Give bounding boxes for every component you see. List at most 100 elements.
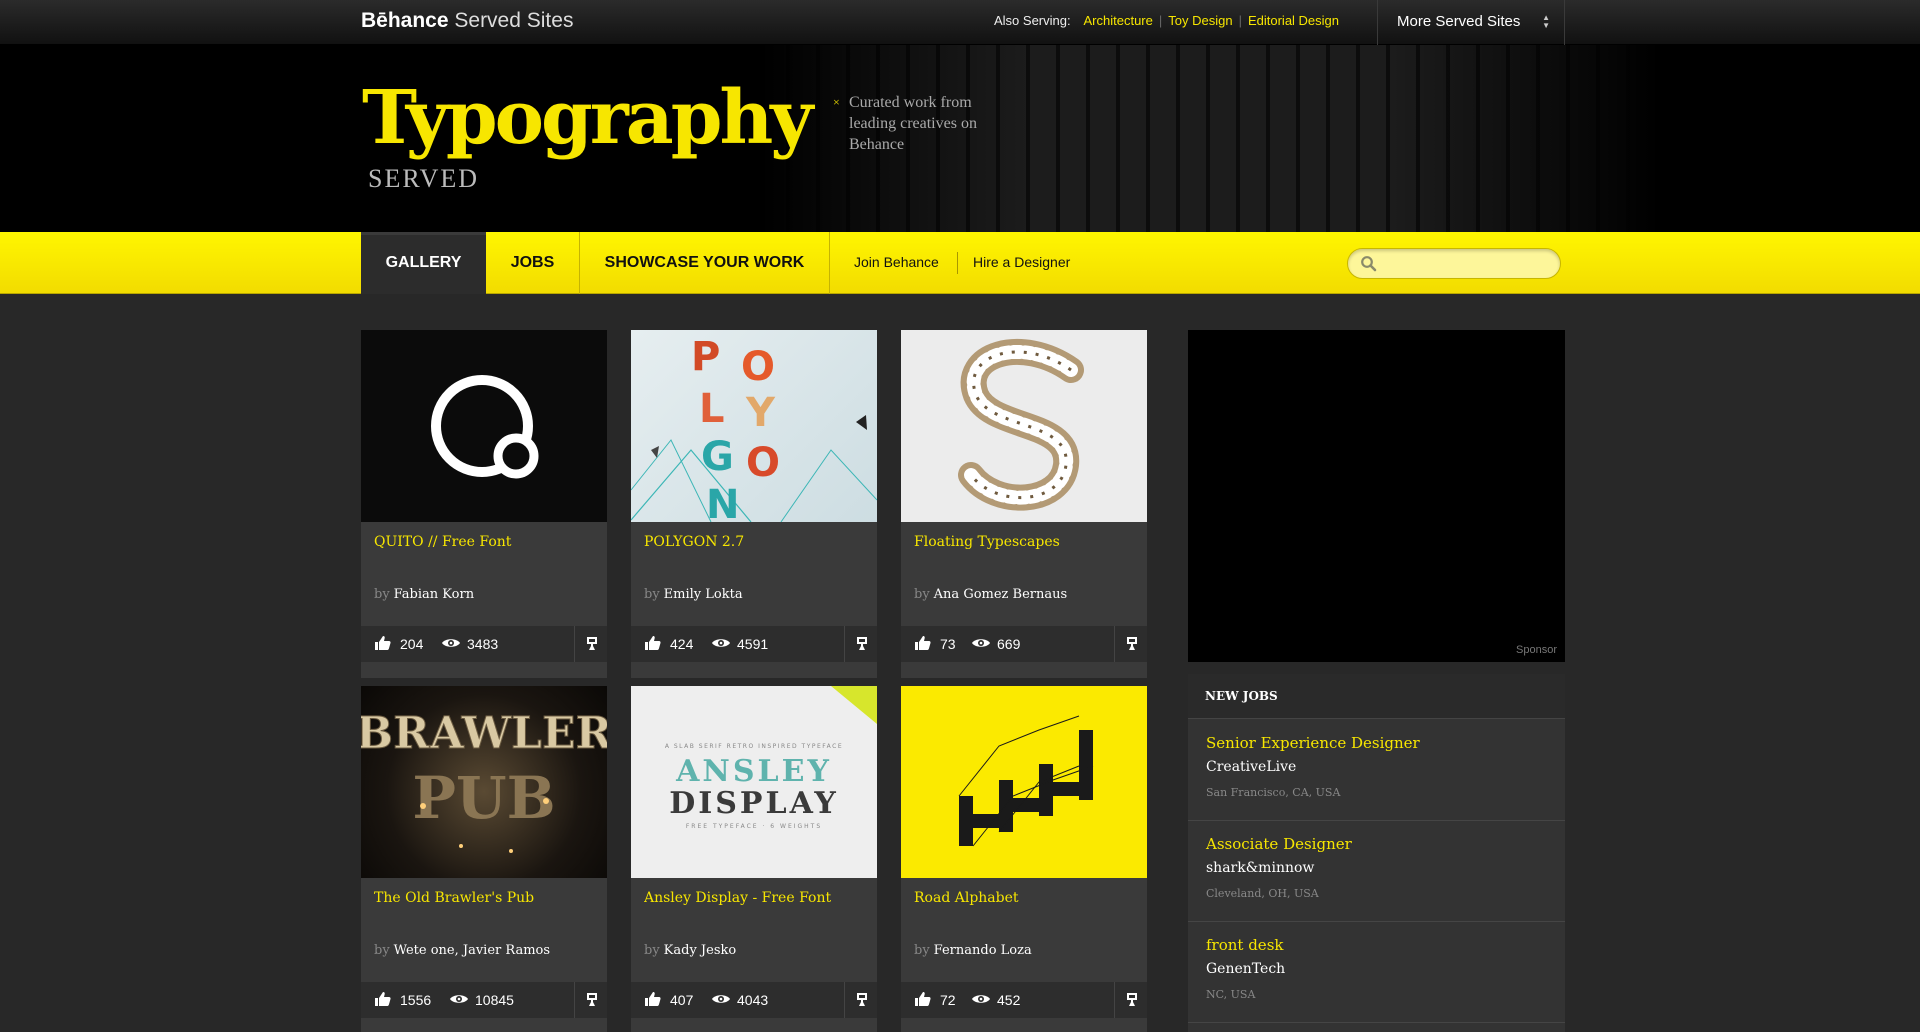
ansley-footer: FREE TYPEFACE · 6 WEIGHTS: [686, 823, 822, 830]
project-stats: 407 4043: [631, 982, 877, 1018]
featured-icon: [857, 637, 867, 650]
road-alphabet-artwork: [958, 715, 1094, 847]
brawler-artwork: BRAWLER PUB: [361, 708, 607, 853]
tab-jobs[interactable]: JOBS: [486, 232, 579, 294]
job-location: Cleveland, OH, USA: [1206, 887, 1319, 900]
brawler-headline: BRAWLER: [361, 708, 607, 759]
project-card[interactable]: BRAWLER PUB The Old Brawler's Pub by Wete…: [361, 686, 607, 1032]
project-card[interactable]: P O L Y G O N POLYGON 2.7 by Emily Lokta …: [631, 330, 877, 678]
ansley-subtitle: A SLAB SERIF RETRO INSPIRED TYPEFACE: [665, 743, 843, 750]
sort-arrows-icon: ▲ ▼: [1542, 13, 1550, 30]
project-title[interactable]: Floating Typescapes: [914, 534, 1139, 550]
polygon-letter-o: O: [741, 344, 775, 390]
project-thumbnail[interactable]: [901, 330, 1147, 522]
author-name[interactable]: Emily Lokta: [664, 587, 743, 602]
search-input[interactable]: [1347, 248, 1561, 279]
project-thumbnail[interactable]: BRAWLER PUB: [361, 686, 607, 878]
job-location: San Francisco, CA, USA: [1206, 786, 1341, 799]
thumbs-up-icon: [375, 636, 391, 650]
eye-icon: [712, 995, 730, 1003]
author-name[interactable]: Wete one, Javier Ramos: [394, 943, 550, 958]
project-card[interactable]: A SLAB SERIF RETRO INSPIRED TYPEFACE ANS…: [631, 686, 877, 1032]
thumbs-up-icon: [375, 992, 391, 1006]
stats-divider: [844, 626, 845, 662]
search-icon: [1361, 256, 1377, 272]
project-title[interactable]: QUITO // Free Font: [374, 534, 599, 550]
author-name[interactable]: Kady Jesko: [664, 943, 737, 958]
job-title[interactable]: front desk: [1206, 936, 1283, 954]
project-author: by Ana Gomez Bernaus: [914, 587, 1068, 602]
project-card[interactable]: Road Alphabet by Fernando Loza 72 452: [901, 686, 1147, 1032]
author-name[interactable]: Ana Gomez Bernaus: [934, 587, 1068, 602]
polygon-letter-y: Y: [745, 390, 776, 436]
project-stats: 73 669: [901, 626, 1147, 662]
project-stats: 424 4591: [631, 626, 877, 662]
appreciation-count: 424: [670, 636, 694, 652]
stats-divider: [1114, 626, 1115, 662]
behance-served-sites-logo[interactable]: Bēhance Served Sites: [361, 9, 573, 33]
link-divider: |: [1158, 13, 1163, 28]
thumbs-up-icon: [915, 636, 931, 650]
project-author: by Emily Lokta: [644, 587, 743, 602]
link-architecture[interactable]: Architecture: [1084, 13, 1153, 28]
floating-typescapes-artwork: [958, 339, 1084, 511]
view-count: 10845: [475, 992, 514, 1008]
job-company: shark&minnow: [1206, 860, 1315, 876]
author-name[interactable]: Fabian Korn: [394, 587, 474, 602]
project-thumbnail[interactable]: A SLAB SERIF RETRO INSPIRED TYPEFACE ANS…: [631, 686, 877, 878]
tab-gallery[interactable]: GALLERY: [361, 232, 486, 294]
tab-showcase-your-work[interactable]: SHOWCASE YOUR WORK: [580, 232, 829, 294]
polygon-letter-g: G: [701, 434, 734, 480]
project-author: by Kady Jesko: [644, 943, 737, 958]
close-icon[interactable]: ×: [833, 92, 840, 113]
view-count: 3483: [467, 636, 499, 652]
job-listing[interactable]: Senior Experience Designer CreativeLive …: [1188, 720, 1565, 821]
site-title[interactable]: Typography: [362, 75, 813, 161]
project-stats: 72 452: [901, 982, 1147, 1018]
project-stats: 204 3483: [361, 626, 607, 662]
sponsor-ad[interactable]: Sponsor: [1188, 330, 1565, 662]
nav-link-divider: [957, 252, 958, 274]
project-title[interactable]: POLYGON 2.7: [644, 534, 869, 550]
project-author: by Fabian Korn: [374, 587, 475, 602]
project-card[interactable]: QUITO // Free Font by Fabian Korn 204 348…: [361, 330, 607, 678]
featured-icon: [587, 993, 597, 1006]
view-count: 452: [997, 992, 1021, 1008]
polygon-letter-p: P: [691, 334, 720, 380]
join-behance-link[interactable]: Join Behance: [854, 254, 939, 270]
thumbs-up-icon: [645, 636, 661, 650]
project-title[interactable]: The Old Brawler's Pub: [374, 890, 599, 906]
job-listing[interactable]: Associate Designer shark&minnow Clevelan…: [1188, 821, 1565, 922]
job-company: CreativeLive: [1206, 759, 1297, 775]
view-count: 4043: [737, 992, 769, 1008]
link-toy-design[interactable]: Toy Design: [1168, 13, 1232, 28]
project-author: by Fernando Loza: [914, 943, 1032, 958]
brawler-pub-text: PUB: [412, 764, 555, 832]
project-card[interactable]: Floating Typescapes by Ana Gomez Bernaus …: [901, 330, 1147, 678]
hire-a-designer-link[interactable]: Hire a Designer: [973, 254, 1070, 270]
eye-icon: [450, 995, 468, 1003]
appreciation-count: 407: [670, 992, 694, 1008]
job-title[interactable]: Senior Experience Designer: [1206, 734, 1420, 752]
eye-icon: [442, 639, 460, 647]
appreciation-count: 1556: [400, 992, 432, 1008]
sponsor-label: Sponsor: [1516, 644, 1557, 656]
tagline-text: Curated work from leading creatives on B…: [849, 94, 977, 153]
quito-artwork: [431, 375, 539, 479]
job-listing[interactable]: front desk GenenTech NC, USA: [1188, 922, 1565, 1023]
featured-icon: [1127, 993, 1137, 1006]
stats-divider: [844, 982, 845, 1018]
more-served-sites-dropdown[interactable]: More Served Sites ▲ ▼: [1377, 0, 1565, 45]
project-thumbnail[interactable]: P O L Y G O N: [631, 330, 877, 522]
polygon-letter-o2: O: [746, 440, 780, 486]
project-title[interactable]: Ansley Display - Free Font: [644, 890, 869, 906]
project-title[interactable]: Road Alphabet: [914, 890, 1139, 906]
project-thumbnail[interactable]: [901, 686, 1147, 878]
project-thumbnail[interactable]: [361, 330, 607, 522]
author-name[interactable]: Fernando Loza: [934, 943, 1032, 958]
link-editorial-design[interactable]: Editorial Design: [1248, 13, 1339, 28]
eye-icon: [712, 639, 730, 647]
eye-icon: [972, 995, 990, 1003]
new-jobs-header: NEW JOBS: [1188, 674, 1565, 719]
job-title[interactable]: Associate Designer: [1206, 835, 1352, 853]
